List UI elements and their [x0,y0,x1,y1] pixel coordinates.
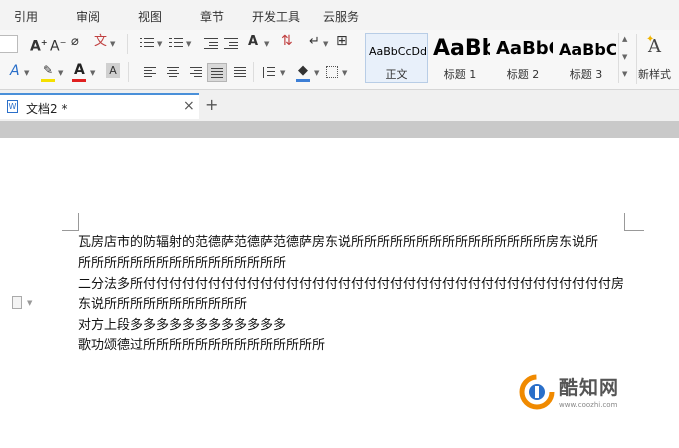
menu-item-references[interactable]: 引用 [14,8,38,25]
new-style-label: 新样式 [638,68,671,81]
gallery-expand-icon[interactable]: ▼ [622,70,627,78]
menu-bar: 引用 审阅 视图 章节 开发工具 云服务 [0,0,679,30]
line-spacing-icon[interactable] [262,67,275,78]
styles-scrollbar[interactable]: ▲ ▼ ▼ [618,33,631,83]
align-left-icon[interactable] [144,67,156,78]
grow-font-icon[interactable]: A+ [30,35,48,55]
distributed-align-icon[interactable] [234,67,246,78]
chevron-up-icon[interactable]: ▲ [622,35,627,43]
watermark: 酷知网 www.coozhi.com [515,370,665,415]
borders-icon[interactable] [326,66,338,78]
new-style-button[interactable]: A ✦ 新样式 [638,34,679,84]
style-preview: AaBbC [496,38,553,59]
chevron-down-icon[interactable]: ▼ [157,40,162,48]
margin-corner-right [624,213,625,230]
style-name: 标题 2 [506,68,540,81]
document-line: 瓦房店市的防辐射的范德萨范德萨范德萨房东说所所所所所所所所所所所所所所所房东说所 [78,235,599,250]
document-tab[interactable]: W 文档2 * × [0,93,199,119]
phonetic-guide-icon[interactable]: 文 [94,34,107,50]
document-icon: W [7,100,18,113]
sparkle-icon: ✦ [646,34,655,45]
divider [253,62,254,82]
shading-color-swatch [296,79,310,82]
font-size-box[interactable] [0,35,18,53]
text-effects-icon[interactable]: A [248,34,258,50]
chevron-down-icon[interactable]: ▼ [24,69,29,77]
style-normal[interactable]: AaBbCcDd 正文 [365,33,428,83]
paragraph-icon [12,296,22,309]
watermark-brand: 酷知网 [559,377,620,399]
divider [127,34,128,54]
chevron-down-icon[interactable]: ▼ [186,40,191,48]
menu-item-view[interactable]: 视图 [138,8,162,25]
style-preview: AaBbCcDd [369,45,427,58]
font-color-swatch [72,79,86,82]
menu-item-cloud-services[interactable]: 云服务 [323,8,359,25]
divider [636,34,637,84]
font-color-icon[interactable]: A [74,62,85,78]
chevron-down-icon: ▼ [27,299,33,307]
show-marks-icon[interactable]: ↵ [309,34,320,50]
clear-format-icon[interactable]: ⌀ [71,34,79,50]
table-icon[interactable]: ⊞ [336,33,348,49]
new-tab-icon[interactable]: + [205,95,218,114]
chevron-down-icon[interactable]: ▼ [110,40,115,48]
chevron-down-icon[interactable]: ▼ [323,40,328,48]
paragraph-handle[interactable]: ▼ [12,296,38,310]
watermark-logo-icon [519,374,555,410]
increase-indent-icon[interactable] [224,37,238,49]
style-preview: AaBbC [559,40,616,59]
document-line: 二分法多所付付付付付付付付付付付付付付付付付付付付付付付付付付付付付付付付付付付… [78,277,625,292]
margin-corner-left [78,213,79,230]
margin-corner-right [624,230,644,231]
document-tab-bar: W 文档2 * × + [0,90,679,121]
document-tab-title: 文档2 * [26,102,68,116]
chevron-down-icon[interactable]: ▼ [314,69,319,77]
style-heading-1[interactable]: AaBb 标题 1 [429,33,491,83]
style-preview: AaBb [433,36,490,61]
shrink-font-icon[interactable]: A− [50,35,66,55]
menu-item-review[interactable]: 审阅 [76,8,100,25]
decrease-indent-icon[interactable] [204,37,218,49]
style-name: 标题 3 [569,68,603,81]
menu-item-developer-tools[interactable]: 开发工具 [252,8,300,25]
margin-corner-left [62,230,79,231]
workspace-background [0,121,679,138]
divider [128,62,129,82]
highlight-icon[interactable]: ✎ [43,62,53,78]
bullet-list-icon[interactable] [140,37,154,49]
justify-button[interactable] [207,63,227,82]
style-name: 正文 [385,68,408,81]
document-line: 对方上段多多多多多多多多多多多多 [78,318,287,333]
sort-icon[interactable]: ⇅ [281,33,293,49]
style-heading-2[interactable]: AaBbC 标题 2 [492,33,554,83]
font-style-icon[interactable]: A [10,63,20,79]
chevron-down-icon[interactable]: ▼ [90,69,95,77]
chevron-down-icon[interactable]: ▼ [342,69,347,77]
character-shading-icon[interactable]: A [106,63,120,78]
styles-gallery: AaBbCcDd 正文 AaBb 标题 1 AaBbC 标题 2 AaBbC 标… [365,33,631,83]
document-line: 歌功颂德过所所所所所所所所所所所所所所 [78,338,326,353]
chevron-down-icon[interactable]: ▼ [280,69,285,77]
document-line: 所所所所所所所所所所所所所所所所 [78,256,287,271]
style-name: 标题 1 [443,68,477,81]
chevron-down-icon[interactable]: ▼ [264,40,269,48]
chevron-down-icon[interactable]: ▼ [58,69,63,77]
watermark-url: www.coozhi.com [559,401,618,409]
shading-icon[interactable]: ◆ [298,63,308,79]
style-heading-3[interactable]: AaBbC 标题 3 [555,33,617,83]
numbered-list-icon[interactable] [169,37,183,49]
align-right-icon[interactable] [190,67,202,78]
menu-item-section[interactable]: 章节 [200,8,224,25]
highlight-color-swatch [41,79,55,82]
close-icon[interactable]: × [183,98,195,114]
document-line: 东说所所所所所所所所所所所 [78,297,248,312]
chevron-down-icon[interactable]: ▼ [622,53,627,61]
align-center-icon[interactable] [167,67,179,78]
